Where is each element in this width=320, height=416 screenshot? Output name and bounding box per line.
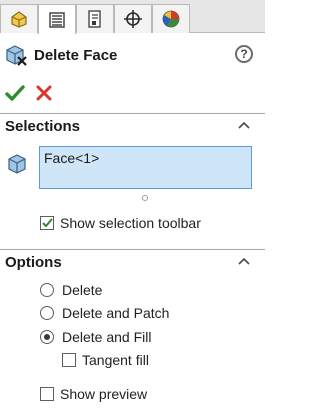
page-title: Delete Face bbox=[34, 47, 118, 64]
manager-tabs bbox=[0, 0, 265, 34]
faces-selection-list[interactable]: Face<1> bbox=[39, 146, 252, 189]
help-button[interactable]: ? bbox=[235, 45, 253, 63]
ok-button[interactable] bbox=[5, 84, 25, 105]
show-selection-toolbar-label: Show selection toolbar bbox=[60, 215, 201, 231]
face-selection-icon bbox=[8, 154, 26, 174]
show-selection-toolbar-checkbox[interactable] bbox=[40, 216, 54, 230]
chevron-up-icon[interactable] bbox=[237, 120, 251, 130]
delete-and-fill-radio-label: Delete and Fill bbox=[62, 329, 152, 345]
property-manager-icon bbox=[49, 11, 65, 28]
feature-manager-icon bbox=[11, 11, 27, 28]
checkmark-icon bbox=[5, 85, 25, 101]
dimxpert-manager-icon bbox=[124, 10, 142, 28]
tab-dimxpert-manager[interactable] bbox=[114, 4, 152, 33]
delete-and-patch-radio-label: Delete and Patch bbox=[62, 305, 170, 321]
cancel-button[interactable] bbox=[36, 85, 52, 104]
help-icon: ? bbox=[240, 47, 248, 61]
show-preview-checkbox[interactable] bbox=[40, 387, 54, 401]
chevron-up-icon[interactable] bbox=[237, 256, 251, 266]
selections-header[interactable]: Selections bbox=[0, 113, 265, 139]
delete-face-icon bbox=[6, 45, 27, 66]
selected-face-item[interactable]: Face<1> bbox=[44, 150, 99, 166]
options-header[interactable]: Options bbox=[0, 249, 265, 275]
x-icon bbox=[36, 85, 52, 101]
tab-feature-manager[interactable] bbox=[0, 4, 38, 33]
tab-property-manager[interactable] bbox=[38, 4, 76, 34]
show-preview-label: Show preview bbox=[60, 386, 148, 402]
list-resize-handle[interactable] bbox=[142, 195, 148, 201]
configuration-manager-icon bbox=[88, 10, 101, 28]
delete-radio[interactable] bbox=[40, 283, 54, 297]
delete-and-patch-radio[interactable] bbox=[40, 306, 54, 320]
tangent-fill-label: Tangent fill bbox=[82, 352, 149, 368]
tangent-fill-checkbox[interactable] bbox=[62, 353, 76, 367]
feature-header: Delete Face ? bbox=[0, 40, 265, 70]
checkbox-check-icon bbox=[41, 218, 53, 228]
tab-display-manager[interactable] bbox=[152, 4, 190, 33]
tab-configuration-manager[interactable] bbox=[76, 4, 114, 33]
display-manager-icon bbox=[162, 10, 180, 28]
delete-and-fill-radio[interactable] bbox=[40, 330, 54, 344]
options-title: Options bbox=[5, 254, 62, 271]
delete-radio-label: Delete bbox=[62, 282, 103, 298]
selections-title: Selections bbox=[5, 118, 81, 135]
